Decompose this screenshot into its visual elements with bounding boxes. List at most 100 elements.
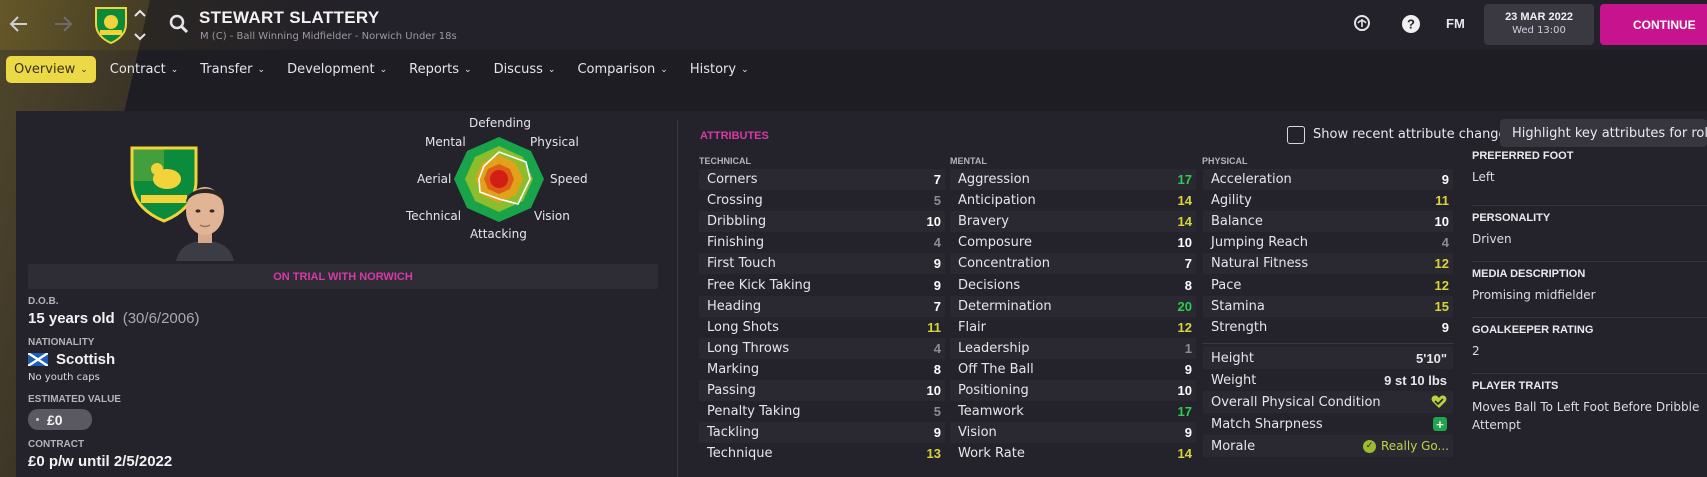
technical-header: TECHNICAL: [699, 156, 751, 166]
date-display[interactable]: 23 MAR 2022 Wed 13:00: [1484, 4, 1594, 45]
tab-discuss[interactable]: Discuss ⌄: [486, 56, 564, 83]
attribute-row[interactable]: Concentration 7: [950, 253, 1196, 275]
attribute-row[interactable]: Penalty Taking 5: [699, 401, 945, 422]
fm-menu-button[interactable]: FM: [1446, 16, 1465, 31]
attribute-row[interactable]: Determination 20: [950, 295, 1196, 317]
attribute-name: Off The Ball: [958, 361, 1034, 377]
attribute-row[interactable]: Flair 12: [950, 317, 1196, 338]
continue-button[interactable]: CONTINUE: [1600, 4, 1707, 45]
attribute-row[interactable]: Decisions 8: [950, 274, 1196, 295]
attributes-title: ATTRIBUTES: [700, 130, 769, 142]
height-value: 5'10": [1416, 350, 1447, 366]
attribute-row[interactable]: Aggression 17: [950, 169, 1196, 191]
attribute-row[interactable]: Passing 10: [699, 379, 945, 402]
attribute-value: 7: [1184, 256, 1192, 272]
attribute-polar-chart[interactable]: Defending Mental Physical Aerial Speed T…: [400, 116, 610, 262]
attribute-row[interactable]: Technique 13: [699, 443, 945, 464]
physical-header: PHYSICAL: [1202, 156, 1248, 166]
club-crest-icon[interactable]: [94, 6, 128, 45]
attribute-name: Leadership: [958, 340, 1030, 356]
attribute-name: Aggression: [958, 172, 1030, 188]
back-arrow-icon[interactable]: [6, 11, 32, 37]
attribute-row[interactable]: Pace 12: [1203, 274, 1453, 295]
panel-divider: [677, 120, 678, 477]
tab-history[interactable]: History ⌄: [682, 56, 757, 83]
tab-development[interactable]: Development ⌄: [279, 56, 395, 83]
personality-label: PERSONALITY: [1472, 212, 1551, 224]
attribute-row[interactable]: Jumping Reach 4: [1203, 232, 1453, 253]
tab-transfer[interactable]: Transfer ⌄: [192, 56, 273, 83]
attribute-row[interactable]: Marking 8: [699, 359, 945, 380]
attribute-value: 4: [1441, 235, 1449, 251]
condition-row[interactable]: Overall Physical Condition: [1203, 391, 1453, 413]
value-dot-icon: [36, 418, 39, 421]
attribute-row[interactable]: Positioning 10: [950, 379, 1196, 402]
chevron-down-icon[interactable]: [134, 33, 146, 41]
attribute-row[interactable]: Dribbling 10: [699, 211, 945, 233]
attribute-row[interactable]: Free Kick Taking 9: [699, 274, 945, 295]
nationality-label: NATIONALITY: [28, 337, 95, 348]
morale-row[interactable]: Morale ✓ Really Go...: [1203, 435, 1453, 457]
attribute-row[interactable]: Stamina 15: [1203, 295, 1453, 317]
attribute-row[interactable]: Strength 9: [1203, 317, 1453, 338]
attribute-row[interactable]: First Touch 9: [699, 253, 945, 275]
attribute-name: Acceleration: [1211, 172, 1292, 188]
goalkeeper-rating-label: GOALKEEPER RATING: [1472, 324, 1594, 336]
attribute-row[interactable]: Tackling 9: [699, 422, 945, 444]
show-changes-label[interactable]: Show recent attribute changes: [1313, 127, 1513, 142]
polar-label-attacking: Attacking: [470, 227, 527, 241]
attribute-row[interactable]: Work Rate 14: [950, 443, 1196, 464]
attribute-row[interactable]: Off The Ball 9: [950, 359, 1196, 380]
attribute-row[interactable]: Natural Fitness 12: [1203, 253, 1453, 275]
attribute-row[interactable]: Vision 9: [950, 422, 1196, 444]
attribute-name: Vision: [958, 425, 997, 441]
attribute-row[interactable]: Bravery 14: [950, 211, 1196, 233]
highlight-roles-dropdown[interactable]: Highlight key attributes for role: [1500, 119, 1707, 147]
physical-details: Height 5'10" Weight 9 st 10 lbs Overall Ph…: [1203, 347, 1453, 457]
sharpness-row[interactable]: Match Sharpness +: [1203, 413, 1453, 435]
attribute-name: Dribbling: [707, 214, 767, 230]
player-switch-chevrons[interactable]: [132, 9, 148, 41]
svg-text:?: ?: [1407, 17, 1415, 32]
help-icon[interactable]: ?: [1400, 13, 1422, 35]
attribute-name: Flair: [958, 319, 987, 335]
attribute-row[interactable]: Balance 10: [1203, 211, 1453, 233]
sharpness-icon: +: [1433, 417, 1447, 431]
nationality-value[interactable]: Scottish: [28, 351, 115, 368]
tab-label: History: [689, 62, 737, 77]
morale-text: Really Go...: [1381, 439, 1449, 453]
forward-arrow-icon[interactable]: [50, 11, 76, 37]
mental-header: MENTAL: [950, 156, 987, 166]
attribute-row[interactable]: Long Shots 11: [699, 317, 945, 338]
check-icon: ✓: [1363, 439, 1376, 453]
attribute-row[interactable]: Acceleration 9: [1203, 169, 1453, 191]
chevron-up-icon[interactable]: [134, 9, 146, 17]
show-changes-checkbox[interactable]: [1287, 126, 1305, 144]
attribute-row[interactable]: Agility 11: [1203, 190, 1453, 211]
attribute-name: Penalty Taking: [707, 404, 801, 420]
polar-label-speed: Speed: [550, 172, 588, 186]
attribute-row[interactable]: Finishing 4: [699, 232, 945, 253]
height-row: Height 5'10": [1203, 347, 1453, 369]
attribute-row[interactable]: Composure 10: [950, 232, 1196, 253]
player-side-info: PREFERRED FOOT Left PERSONALITY Driven M…: [1472, 150, 1707, 432]
attribute-row[interactable]: Anticipation 14: [950, 190, 1196, 211]
tab-contract[interactable]: Contract ⌄: [102, 56, 186, 83]
tab-reports[interactable]: Reports ⌄: [401, 56, 479, 83]
attribute-row[interactable]: Corners 7: [699, 169, 945, 191]
goalkeeper-rating-block: GOALKEEPER RATING 2: [1472, 318, 1707, 374]
brain-icon[interactable]: [1351, 13, 1373, 35]
search-icon[interactable]: [168, 13, 190, 35]
attribute-row[interactable]: Leadership 1: [950, 337, 1196, 359]
highlight-dropdown-label: Highlight key attributes for role: [1512, 125, 1707, 141]
condition-label: Overall Physical Condition: [1211, 394, 1381, 410]
attribute-row[interactable]: Heading 7: [699, 295, 945, 317]
estimated-value-pill[interactable]: £0: [28, 409, 92, 430]
personality-block: PERSONALITY Driven: [1472, 206, 1707, 262]
attribute-row[interactable]: Long Throws 4: [699, 337, 945, 359]
attribute-row[interactable]: Crossing 5: [699, 190, 945, 211]
tab-comparison[interactable]: Comparison ⌄: [569, 56, 675, 83]
attribute-row[interactable]: Teamwork 17: [950, 401, 1196, 422]
tab-overview[interactable]: Overview ⌄: [6, 56, 96, 83]
physical-separator: [1203, 343, 1453, 344]
